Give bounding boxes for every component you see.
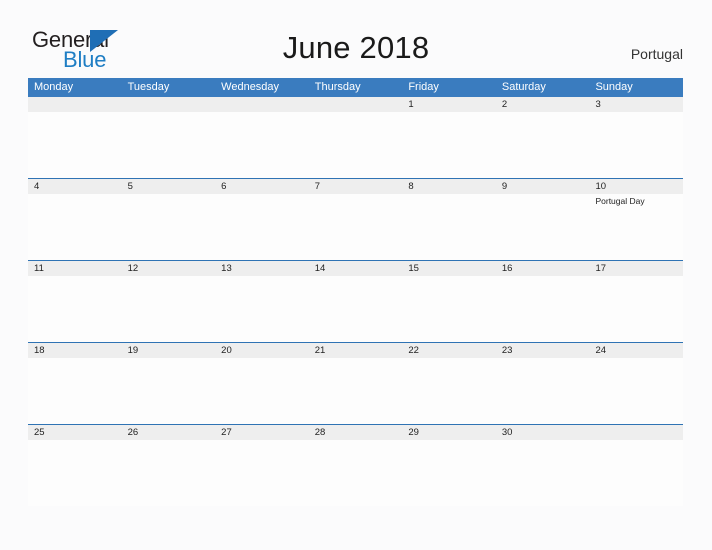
weekday-header-thursday: Thursday: [314, 81, 361, 93]
week-cell-band: [28, 112, 683, 178]
day-cell[interactable]: [402, 276, 496, 342]
day-number[interactable]: 28: [309, 425, 403, 440]
day-cell[interactable]: [309, 440, 403, 506]
day-cell[interactable]: [496, 276, 590, 342]
day-cell[interactable]: [28, 276, 122, 342]
day-cell[interactable]: [309, 112, 403, 178]
weekday-header-monday: Monday: [34, 81, 74, 93]
day-cell[interactable]: [402, 358, 496, 424]
day-cell[interactable]: [215, 358, 309, 424]
day-cell[interactable]: [496, 358, 590, 424]
day-number[interactable]: 7: [309, 179, 403, 194]
day-cell[interactable]: [28, 112, 122, 178]
day-number[interactable]: 23: [496, 343, 590, 358]
day-cell[interactable]: [122, 194, 216, 260]
day-cell[interactable]: [215, 276, 309, 342]
day-number[interactable]: 25: [28, 425, 122, 440]
day-number[interactable]: 19: [122, 343, 216, 358]
day-number[interactable]: [122, 97, 216, 112]
day-cell[interactable]: [309, 358, 403, 424]
day-number[interactable]: 27: [215, 425, 309, 440]
day-number[interactable]: 6: [215, 179, 309, 194]
day-number[interactable]: 22: [402, 343, 496, 358]
day-number[interactable]: 20: [215, 343, 309, 358]
day-cell[interactable]: [122, 276, 216, 342]
day-number[interactable]: [28, 97, 122, 112]
day-cell[interactable]: [28, 194, 122, 260]
day-number[interactable]: 29: [402, 425, 496, 440]
day-number[interactable]: 26: [122, 425, 216, 440]
day-number[interactable]: 8: [402, 179, 496, 194]
weekday-header-sunday: Sunday: [595, 81, 633, 93]
day-cell[interactable]: [589, 358, 683, 424]
week-cell-band: [28, 276, 683, 342]
week-date-band: 1 2 3: [28, 97, 683, 112]
day-cell[interactable]: [589, 276, 683, 342]
calendar-week-row: 25 26 27 28 29 30: [28, 424, 683, 506]
day-cell[interactable]: [496, 112, 590, 178]
day-event: Portugal Day: [595, 196, 645, 206]
day-number[interactable]: 14: [309, 261, 403, 276]
day-cell[interactable]: [402, 112, 496, 178]
calendar-week-row: 1 2 3: [28, 97, 683, 178]
calendar-table: Monday Tuesday Wednesday Thursday Friday…: [28, 78, 683, 506]
day-number[interactable]: 5: [122, 179, 216, 194]
day-number[interactable]: 4: [28, 179, 122, 194]
day-number[interactable]: 10: [589, 179, 683, 194]
calendar-week-row: 11 12 13 14 15 16 17: [28, 260, 683, 342]
day-number[interactable]: 21: [309, 343, 403, 358]
page-header: General Blue June 2018 Portugal: [0, 0, 712, 76]
day-number[interactable]: 16: [496, 261, 590, 276]
day-cell[interactable]: [309, 276, 403, 342]
day-cell[interactable]: [215, 112, 309, 178]
day-cell[interactable]: [589, 440, 683, 506]
weekday-header-wednesday: Wednesday: [221, 81, 280, 93]
day-number[interactable]: 24: [589, 343, 683, 358]
country-label: Portugal: [630, 46, 683, 62]
week-date-band: 18 19 20 21 22 23 24: [28, 343, 683, 358]
day-number[interactable]: 15: [402, 261, 496, 276]
calendar-week-row: 18 19 20 21 22 23 24: [28, 342, 683, 424]
week-date-band: 11 12 13 14 15 16 17: [28, 261, 683, 276]
day-cell[interactable]: [215, 194, 309, 260]
day-cell[interactable]: [122, 112, 216, 178]
week-cell-band: [28, 440, 683, 506]
weekday-header-saturday: Saturday: [501, 81, 546, 93]
weekday-header-row: Monday Tuesday Wednesday Thursday Friday…: [28, 78, 683, 97]
day-number[interactable]: 3: [589, 97, 683, 112]
weekday-header-tuesday: Tuesday: [127, 81, 170, 93]
day-cell[interactable]: [496, 440, 590, 506]
day-cell[interactable]: [28, 440, 122, 506]
week-cell-band: Portugal Day: [28, 194, 683, 260]
day-number[interactable]: [215, 97, 309, 112]
day-cell[interactable]: [589, 112, 683, 178]
day-number[interactable]: [309, 97, 403, 112]
day-cell[interactable]: Portugal Day: [589, 194, 683, 260]
day-number[interactable]: 17: [589, 261, 683, 276]
day-number[interactable]: [589, 425, 683, 440]
calendar-week-row: 4 5 6 7 8 9 10 Portugal Day: [28, 178, 683, 260]
day-cell[interactable]: [309, 194, 403, 260]
day-cell[interactable]: [122, 440, 216, 506]
weekday-header-friday: Friday: [408, 81, 439, 93]
week-date-band: 25 26 27 28 29 30: [28, 425, 683, 440]
day-number[interactable]: 1: [402, 97, 496, 112]
day-cell[interactable]: [122, 358, 216, 424]
day-cell[interactable]: [402, 194, 496, 260]
day-number[interactable]: 30: [496, 425, 590, 440]
day-cell[interactable]: [215, 440, 309, 506]
day-cell[interactable]: [402, 440, 496, 506]
page-title: June 2018: [282, 30, 430, 65]
day-number[interactable]: 2: [496, 97, 590, 112]
day-number[interactable]: 13: [215, 261, 309, 276]
day-number[interactable]: 18: [28, 343, 122, 358]
day-cell[interactable]: [496, 194, 590, 260]
day-number[interactable]: 9: [496, 179, 590, 194]
day-cell[interactable]: [28, 358, 122, 424]
day-number[interactable]: 11: [28, 261, 122, 276]
week-cell-band: [28, 358, 683, 424]
day-number[interactable]: 12: [122, 261, 216, 276]
week-date-band: 4 5 6 7 8 9 10: [28, 179, 683, 194]
